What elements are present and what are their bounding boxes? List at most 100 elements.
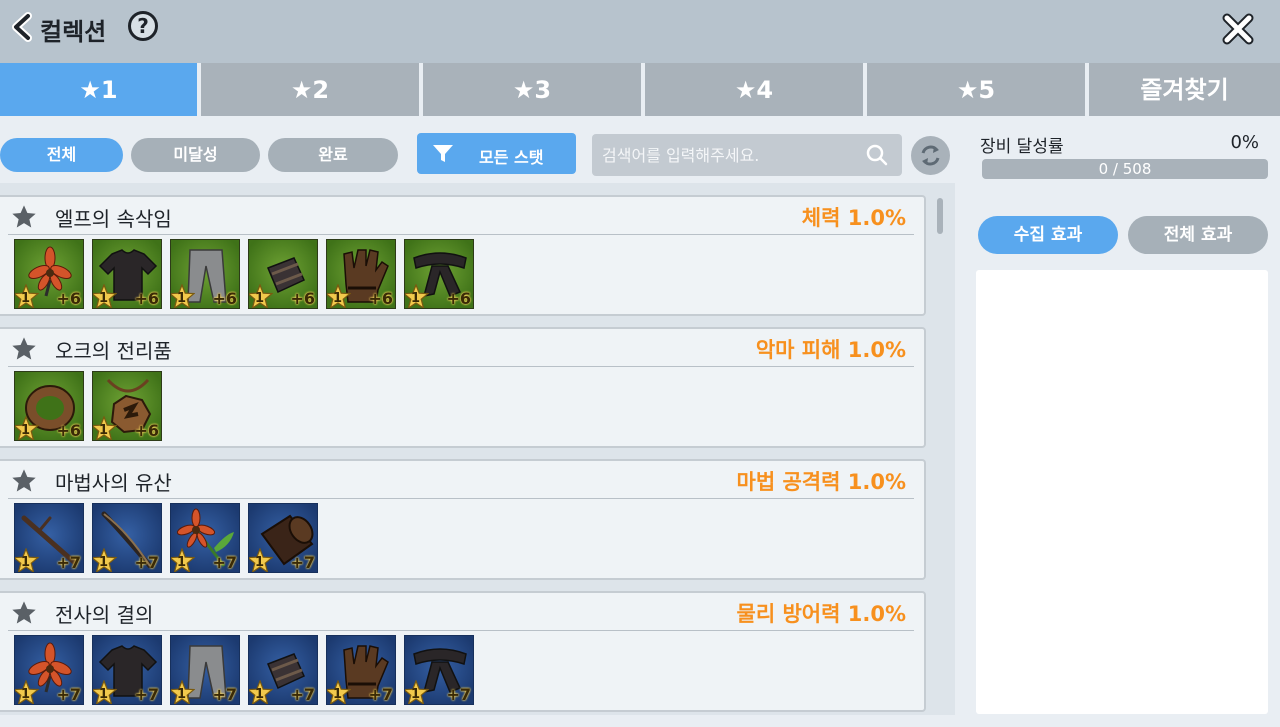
funnel-icon [433,145,453,162]
item-enhance: +7 [290,685,315,704]
item-level: 1 [177,687,187,702]
effect-list-panel [976,270,1268,714]
item-enhance: +6 [56,421,81,440]
collection-name: 오크의 전리품 [55,339,172,363]
tab-star-1[interactable]: ★1 [0,63,197,116]
item-enhance: +6 [212,289,237,308]
bottom-strip [0,715,1280,727]
item-level: 1 [177,555,187,570]
item-level: 1 [333,687,343,702]
item-level: 1 [21,423,31,438]
item-slot[interactable]: 1 +7 [92,635,162,705]
scrollbar-thumb[interactable] [937,198,943,234]
collection-card[interactable]: 전사의 결의 물리 방어력 1.0% 1 +7 1 +7 1 +7 1 +7 1 +7 1 +7 [0,591,926,712]
progress-text: 0 / 508 [1098,160,1152,178]
tab-star-3[interactable]: ★3 [423,63,641,116]
divider [8,234,914,235]
favorite-star-icon[interactable] [10,599,38,627]
item-enhance: +7 [134,685,159,704]
item-enhance: +7 [290,553,315,572]
filter-complete-button[interactable]: 완료 [268,138,398,172]
collection-card[interactable]: 엘프의 속삭임 체력 1.0% 1 +6 1 +6 1 +6 1 +6 1 +6 1 +6 [0,195,926,316]
item-enhance: +6 [134,289,159,308]
item-level: 1 [99,687,109,702]
refresh-icon [921,145,940,166]
item-enhance: +7 [56,553,81,572]
achievement-progress-bar: 0 / 508 [982,159,1268,179]
tab-star-2[interactable]: ★2 [201,63,419,116]
tab-star-5[interactable]: ★5 [867,63,1085,116]
item-slot[interactable]: 1 +6 [170,239,240,309]
item-slot[interactable]: 1 +6 [92,239,162,309]
close-icon[interactable] [1221,12,1255,46]
collection-bonus: 체력 1.0% [801,206,906,230]
refresh-button[interactable] [911,136,950,175]
item-slot[interactable]: 1 +6 [404,239,474,309]
divider [8,498,914,499]
top-bar: 컬렉션 ? [0,0,1280,63]
collection-bonus: 물리 방어력 1.0% [736,602,906,626]
item-level: 1 [255,687,265,702]
tab-star-4[interactable]: ★4 [645,63,863,116]
filter-incomplete-button[interactable]: 미달성 [131,138,260,172]
item-level: 1 [21,555,31,570]
filter-all-button[interactable]: 전체 [0,138,123,172]
tab-favorites[interactable]: 즐겨찾기 [1089,63,1280,116]
collection-card[interactable]: 마법사의 유산 마법 공격력 1.0% 1 +7 1 +7 1 +7 1 +7 [0,459,926,580]
page-title: 컬렉션 [40,18,107,46]
item-slot[interactable]: 1 +7 [170,503,240,573]
collect-effect-button[interactable]: 수집 효과 [978,216,1118,254]
divider [8,366,914,367]
item-level: 1 [21,291,31,306]
favorite-star-icon[interactable] [10,335,38,363]
item-level: 1 [99,555,109,570]
help-icon[interactable]: ? [128,11,158,41]
search-input[interactable] [592,134,902,176]
collection-name: 전사의 결의 [55,603,154,627]
item-enhance: +6 [290,289,315,308]
item-level: 1 [177,291,187,306]
item-slot[interactable]: 1 +7 [248,503,318,573]
item-enhance: +6 [134,421,159,440]
favorite-star-icon[interactable] [10,467,38,495]
back-arrow-icon[interactable] [8,12,38,42]
item-level: 1 [99,291,109,306]
collection-bonus: 악마 피해 1.0% [755,338,906,362]
divider [8,630,914,631]
item-slot[interactable]: 1 +7 [14,635,84,705]
item-enhance: +7 [134,553,159,572]
item-slot[interactable]: 1 +6 [14,239,84,309]
search-icon[interactable] [865,143,889,167]
item-slot[interactable]: 1 +6 [248,239,318,309]
item-slot[interactable]: 1 +7 [14,503,84,573]
achievement-percent: 0% [1230,132,1259,153]
item-enhance: +7 [212,685,237,704]
total-effect-button[interactable]: 전체 효과 [1128,216,1268,254]
item-enhance: +7 [446,685,471,704]
item-slot[interactable]: 1 +6 [326,239,396,309]
stat-filter-label: 모든 스탯 [479,148,544,167]
collection-card[interactable]: 오크의 전리품 악마 피해 1.0% 1 +6 1 +6 [0,327,926,448]
star-tabs: ★1 ★2 ★3 ★4 ★5 즐겨찾기 [0,63,1280,116]
collection-list[interactable]: 엘프의 속삭임 체력 1.0% 1 +6 1 +6 1 +6 1 +6 1 +6 1 +6 오크의 전… [0,183,955,715]
item-slot[interactable]: 1 +7 [404,635,474,705]
item-slot[interactable]: 1 +6 [14,371,84,441]
item-slot[interactable]: 1 +7 [170,635,240,705]
favorite-star-icon[interactable] [10,203,38,231]
collection-name: 엘프의 속삭임 [55,207,172,231]
item-enhance: +7 [56,685,81,704]
collection-bonus: 마법 공격력 1.0% [736,470,906,494]
item-enhance: +6 [368,289,393,308]
item-enhance: +6 [56,289,81,308]
item-enhance: +6 [446,289,471,308]
item-slot[interactable]: 1 +6 [92,371,162,441]
stat-filter-button[interactable]: 모든 스탯 [417,133,576,174]
item-slot[interactable]: 1 +7 [248,635,318,705]
item-level: 1 [255,555,265,570]
item-slot[interactable]: 1 +7 [92,503,162,573]
item-level: 1 [255,291,265,306]
achievement-label: 장비 달성률 [980,137,1064,157]
item-slot[interactable]: 1 +7 [326,635,396,705]
item-level: 1 [411,291,421,306]
item-level: 1 [99,423,109,438]
